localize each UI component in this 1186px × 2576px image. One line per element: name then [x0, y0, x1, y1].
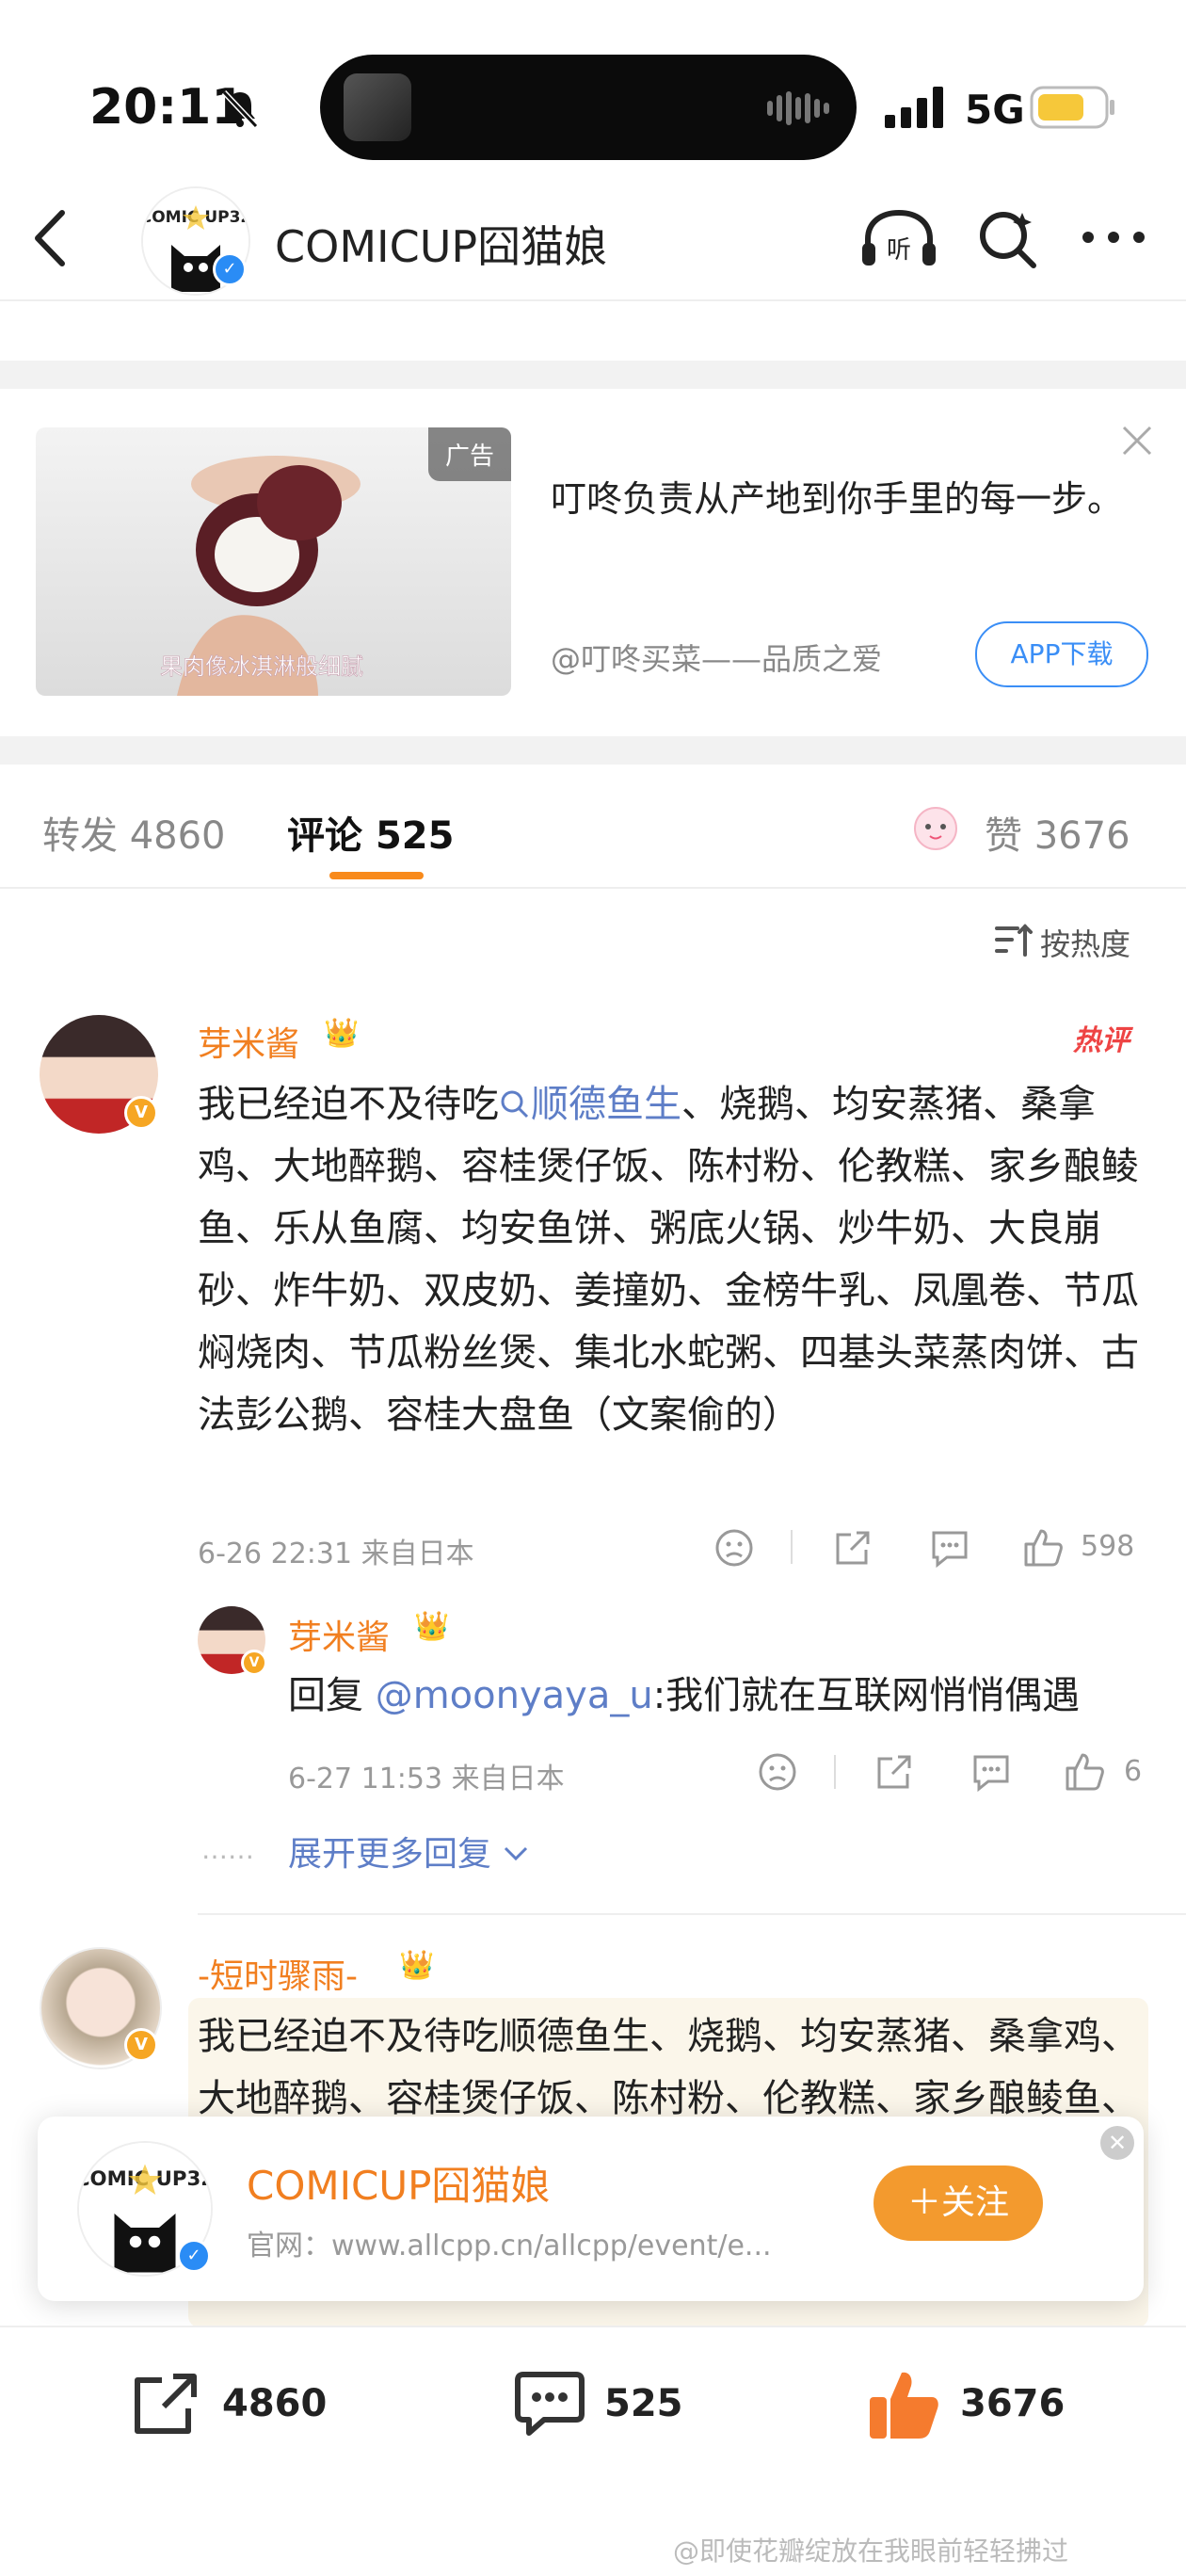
- tab-likes-count: 3676: [1034, 814, 1130, 858]
- app-download-button[interactable]: APP下载: [975, 621, 1148, 687]
- dislike-face-icon[interactable]: [757, 1751, 798, 1793]
- crown-icon: 👑: [399, 1949, 435, 1982]
- comment-text: 我已经迫不及待吃顺德鱼生、烧鹅、均安蒸猪、桑拿鸡、大地醉鹅、容桂煲仔饭、陈村粉、…: [198, 1073, 1144, 1446]
- reply-meta: 6-27 11:53 来自日本: [288, 1755, 565, 1796]
- search-icon[interactable]: [975, 207, 1039, 271]
- comment-meta: 6-26 22:31 来自日本: [198, 1530, 474, 1571]
- ad-image-caption: 果肉像冰淇淋般细腻: [160, 653, 363, 680]
- mute-bell-icon: [221, 89, 259, 129]
- more-options-icon[interactable]: [1081, 226, 1146, 249]
- like-emoji-icon: [914, 807, 957, 850]
- verified-badge-icon: V: [241, 1650, 267, 1676]
- tab-likes[interactable]: 赞 3676: [985, 805, 1130, 860]
- tabs-divider: [0, 887, 1186, 889]
- follow-card-site[interactable]: 官网：www.allcpp.cn/allcpp/event/e...: [247, 2222, 772, 2263]
- comment-text-prefix: 我已经迫不及待吃: [198, 1083, 499, 1126]
- comment-source: 来自日本: [361, 1538, 474, 1570]
- repost-icon[interactable]: [130, 2371, 201, 2439]
- comment-username[interactable]: 芽米酱: [198, 1017, 299, 1066]
- comment-time: 6-26 22:31: [198, 1538, 353, 1570]
- liked-thumb-icon[interactable]: [866, 2365, 941, 2442]
- section-separator: [0, 361, 1186, 389]
- crown-icon: 👑: [324, 1017, 360, 1050]
- tab-likes-label: 赞: [985, 814, 1022, 858]
- share-icon[interactable]: [873, 1751, 915, 1793]
- sort-icon[interactable]: [993, 921, 1033, 958]
- reply-comment-icon[interactable]: [928, 1527, 971, 1569]
- reply-body: :我们就在互联网悄悄偶遇: [652, 1674, 1081, 1717]
- ad-source[interactable]: @叮咚买菜——品质之爱: [551, 636, 882, 679]
- follow-card-name[interactable]: COMICUP囧猫娘: [247, 2154, 550, 2212]
- search-link-text: 顺德鱼生: [531, 1083, 681, 1126]
- verified-badge-icon: V: [124, 2028, 158, 2062]
- tab-comments-label: 评论: [287, 814, 362, 858]
- verified-badge-icon: ✓: [177, 2239, 211, 2273]
- like-count[interactable]: 3676: [960, 2382, 1065, 2425]
- reply-like-count: 6: [1124, 1755, 1143, 1788]
- reply-username[interactable]: 芽米酱: [288, 1610, 390, 1659]
- battery-icon: [1030, 86, 1114, 129]
- reply-prefix: 回复: [288, 1674, 376, 1717]
- sort-by-hot[interactable]: 按热度: [1040, 921, 1130, 964]
- dotted-line: ……: [201, 1834, 254, 1865]
- search-link-icon: [501, 1090, 529, 1119]
- active-tab-indicator: [329, 872, 424, 879]
- verified-badge-icon: ✓: [213, 252, 247, 286]
- comment-count[interactable]: 525: [604, 2382, 683, 2425]
- hot-comment-badge: 热评: [1073, 1024, 1130, 1057]
- comment-icon[interactable]: [512, 2369, 587, 2440]
- expand-more-replies-label: 展开更多回复: [288, 1835, 492, 1874]
- comment-username[interactable]: -短时骤雨-: [198, 1949, 358, 1998]
- expand-more-replies[interactable]: 展开更多回复: [288, 1827, 530, 1876]
- comment-text-rest: 、烧鹅、均安蒸猪、桑拿鸡、大地醉鹅、容桂煲仔饭、陈村粉、伦教糕、家乡酿鲮鱼、乐从…: [198, 1083, 1139, 1437]
- chevron-down-icon: [505, 1846, 528, 1861]
- repost-count[interactable]: 4860: [222, 2382, 327, 2425]
- close-icon[interactable]: ✕: [1100, 2126, 1134, 2160]
- reply-comment-icon[interactable]: [970, 1751, 1013, 1793]
- like-thumb-icon[interactable]: [1022, 1525, 1064, 1569]
- action-divider: [791, 1530, 793, 1564]
- share-icon[interactable]: [832, 1527, 873, 1569]
- network-type: 5G: [965, 87, 1025, 133]
- reply-text: 回复 @moonyaya_u:我们就在互联网悄悄偶遇: [288, 1665, 1145, 1727]
- tab-comments[interactable]: 评论 525: [287, 805, 454, 860]
- signal-bars-icon: [885, 87, 943, 128]
- ad-text[interactable]: 叮咚负责从产地到你手里的每一步。: [551, 471, 1153, 527]
- search-link[interactable]: 顺德鱼生: [499, 1083, 681, 1126]
- dislike-face-icon[interactable]: [713, 1527, 755, 1569]
- like-thumb-icon[interactable]: [1064, 1749, 1105, 1793]
- ad-tag: 广告: [427, 427, 511, 481]
- watermark: @即使花瓣绽放在我眼前轻轻拂过: [673, 2536, 1069, 2567]
- comment-divider: [198, 1913, 1186, 1915]
- comment-like-count: 598: [1081, 1530, 1135, 1563]
- verified-badge-icon: V: [124, 1096, 158, 1130]
- reply-time: 6-27 11:53: [288, 1763, 443, 1795]
- back-icon[interactable]: [26, 205, 73, 271]
- tab-comments-count: 525: [375, 814, 455, 858]
- tab-repost[interactable]: 转发 4860: [42, 805, 226, 860]
- close-icon[interactable]: [1118, 422, 1156, 459]
- crown-icon: 👑: [414, 1610, 450, 1643]
- ad-image[interactable]: 果肉像冰淇淋般细腻 广告: [36, 427, 511, 696]
- svg-text:听: 听: [887, 236, 911, 265]
- follow-button[interactable]: ＋关注: [873, 2165, 1043, 2241]
- reply-source: 来自日本: [451, 1763, 565, 1795]
- reply-mention-link[interactable]: @moonyaya_u: [376, 1674, 653, 1717]
- now-playing-thumbnail: [344, 73, 411, 141]
- listen-headphones-icon[interactable]: 听: [858, 207, 939, 271]
- section-separator: [0, 736, 1186, 765]
- header-divider: [0, 299, 1186, 301]
- action-divider: [834, 1755, 836, 1789]
- audio-wave-icon: [767, 91, 829, 125]
- account-name[interactable]: COMICUP囧猫娘: [275, 213, 607, 275]
